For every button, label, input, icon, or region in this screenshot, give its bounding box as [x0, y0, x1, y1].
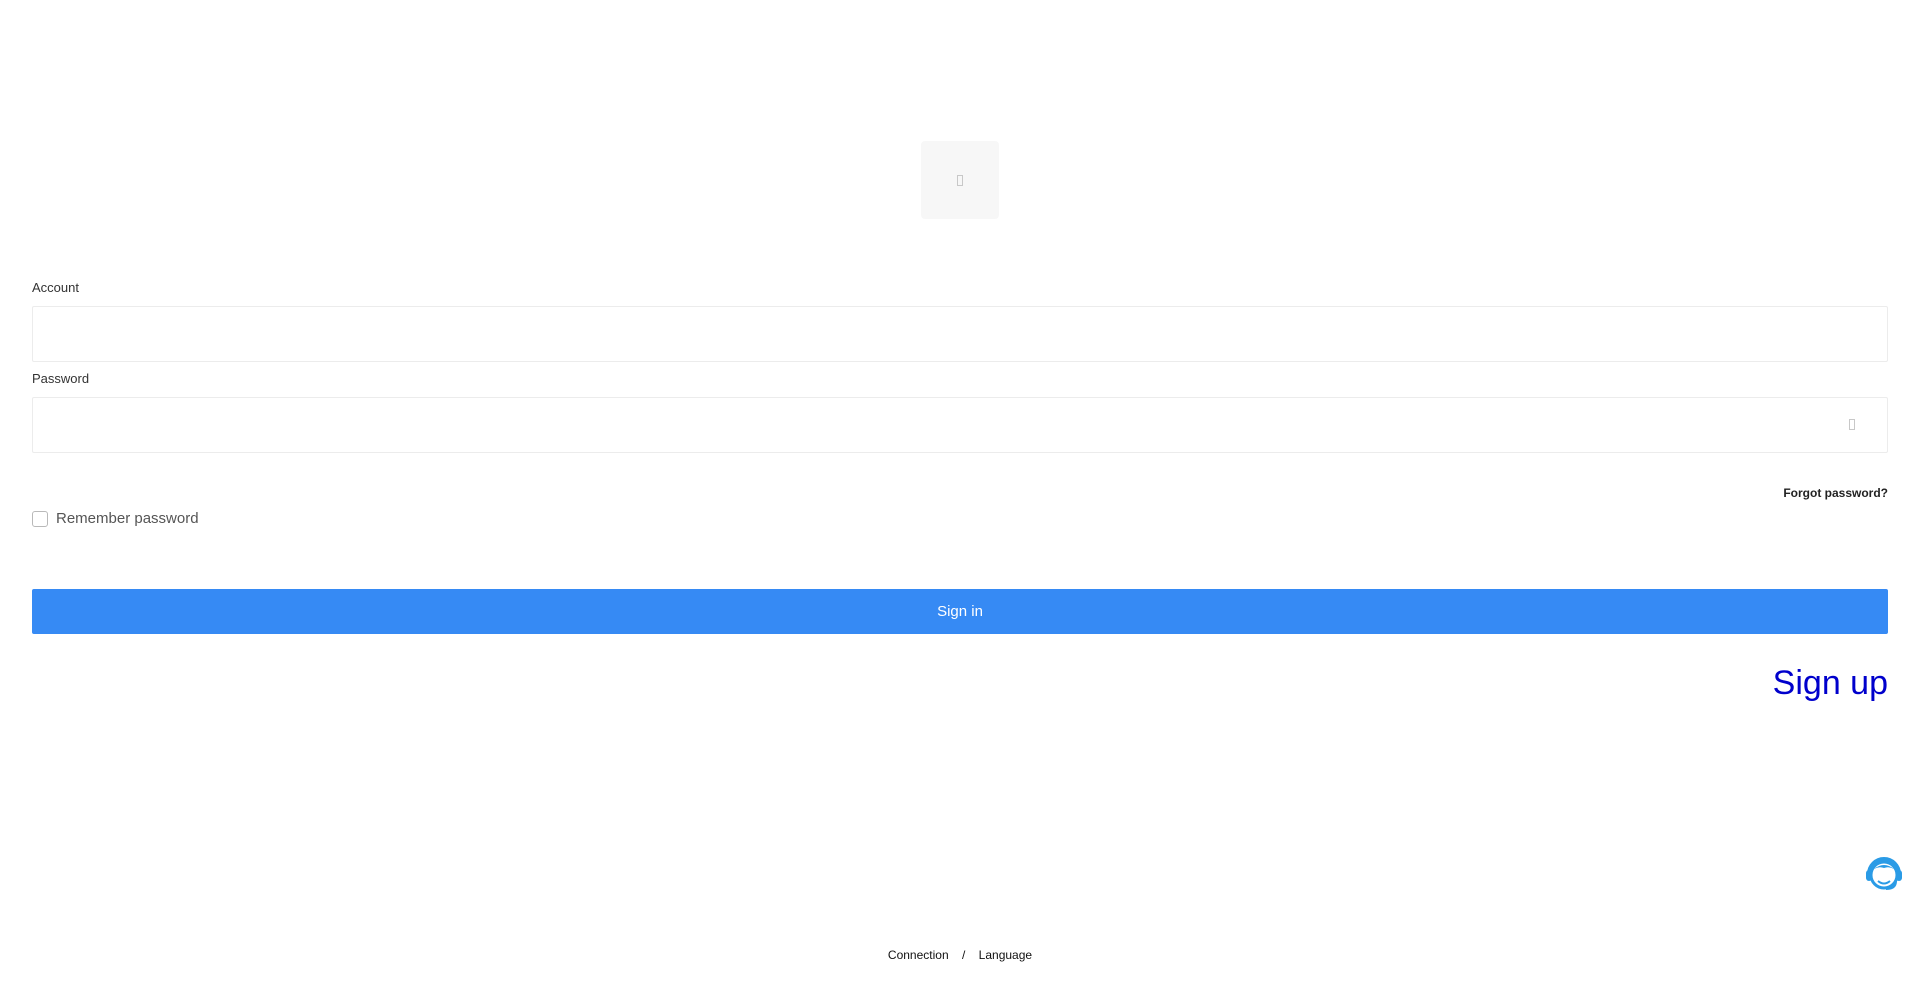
- password-label: Password: [32, 371, 90, 386]
- sign-up-link[interactable]: Sign up: [1773, 664, 1888, 703]
- footer-separator: /: [961, 948, 966, 962]
- account-input[interactable]: [32, 306, 1888, 362]
- headset-support-icon: [1866, 857, 1902, 890]
- customer-support-button[interactable]: [1863, 852, 1905, 894]
- connection-link[interactable]: Connection: [888, 948, 949, 962]
- checkbox-box[interactable]: [32, 510, 48, 527]
- login-page: Account Password Forgot password? Rememb…: [0, 0, 1920, 993]
- password-input[interactable]: [32, 397, 1888, 453]
- account-label: Account: [32, 280, 79, 295]
- language-link[interactable]: Language: [979, 948, 1032, 962]
- eye-icon[interactable]: [1849, 419, 1855, 430]
- sign-in-button[interactable]: Sign in: [32, 589, 1888, 634]
- footer: Connection / Language: [0, 948, 1920, 962]
- logo: [921, 141, 999, 219]
- remember-password-label: Remember password: [56, 510, 199, 527]
- remember-password-checkbox[interactable]: Remember password: [32, 510, 199, 527]
- logo-icon: [957, 174, 963, 186]
- forgot-password-link[interactable]: Forgot password?: [1783, 486, 1888, 500]
